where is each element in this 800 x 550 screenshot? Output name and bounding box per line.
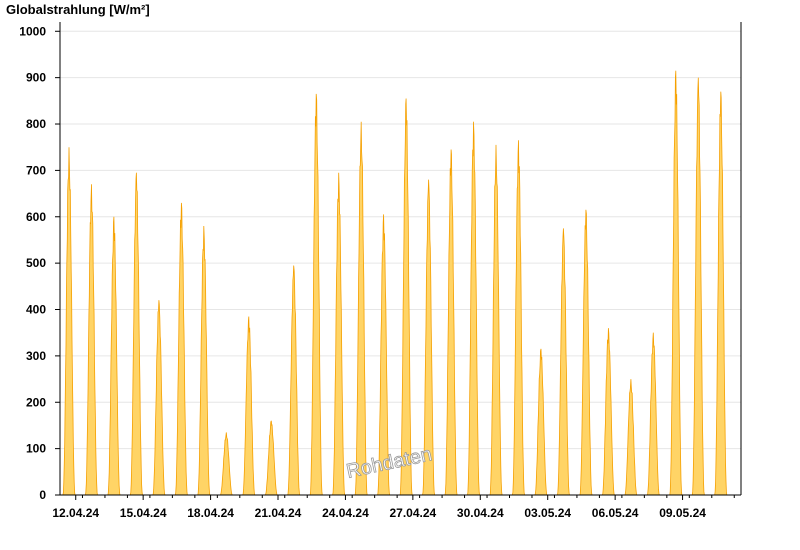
x-tick-label: 06.05.24	[592, 506, 639, 520]
daily-radiation-curve	[399, 98, 413, 496]
daily-radiation-curve	[601, 328, 616, 496]
daily-radiation-curve	[714, 91, 728, 496]
daily-radiation-curve	[534, 348, 548, 496]
daily-radiation-curve	[62, 147, 76, 496]
x-tick-label: 27.04.24	[390, 506, 437, 520]
daily-radiation-curve	[511, 140, 526, 496]
daily-radiation-curve	[152, 300, 166, 496]
daily-radiation-curve	[174, 202, 188, 496]
x-tick-label: 03.05.24	[524, 506, 571, 520]
daily-radiation-curve	[669, 70, 683, 496]
x-tick-label: 18.04.24	[187, 506, 234, 520]
x-axis-ticks: 12.04.24 15.04.24 18.04.24 21.04.24 24.04.24…	[52, 495, 735, 520]
daily-radiation-curve	[691, 77, 705, 496]
y-tick-label: 600	[26, 210, 46, 224]
daily-radiation-curve	[354, 121, 368, 496]
x-tick-label: 15.04.24	[120, 506, 167, 520]
daily-radiation-curve	[646, 332, 660, 496]
x-tick-label: 30.04.24	[457, 506, 504, 520]
x-tick-label: 09.05.24	[659, 506, 706, 520]
y-tick-label: 300	[26, 349, 46, 363]
x-tick-label: 24.04.24	[322, 506, 369, 520]
daily-radiation-curve	[129, 172, 143, 496]
daily-radiation-curve	[624, 379, 638, 496]
y-tick-label: 800	[26, 117, 46, 131]
y-tick-label: 1000	[19, 24, 46, 38]
chart-title: Globalstrahlung [W/m²]	[6, 2, 150, 17]
daily-radiation-curve	[197, 225, 211, 496]
y-tick-label: 700	[26, 163, 46, 177]
daily-radiation-curve	[219, 432, 234, 496]
y-tick-label: 900	[26, 71, 46, 85]
daily-radiation-curve	[467, 121, 481, 496]
y-tick-label: 100	[26, 442, 46, 456]
daily-radiation-curve	[579, 209, 593, 496]
y-axis-ticks: 0 100 200 300 400 500 600 700 800 900 1000	[19, 24, 60, 502]
daily-radiation-curve	[444, 149, 458, 496]
x-tick-label: 21.04.24	[255, 506, 302, 520]
daily-radiation-curve	[84, 184, 98, 496]
daily-radiation-curve	[264, 420, 279, 496]
y-tick-label: 0	[39, 488, 46, 502]
solar-radiation-chart: 0 100 200 300 400 500 600 700 800 900 1000 12.04.2…	[6, 2, 742, 520]
daily-radiation-curve	[309, 93, 323, 496]
x-tick-label: 12.04.24	[52, 506, 99, 520]
y-tick-label: 400	[26, 303, 46, 317]
daily-radiation-curve	[332, 172, 346, 496]
daily-radiation-curve	[556, 228, 570, 496]
daily-radiation-curve	[287, 265, 301, 496]
y-tick-label: 200	[26, 395, 46, 409]
gridlines	[60, 30, 741, 450]
daily-radiation-curve	[489, 144, 503, 496]
daily-radiation-curve	[242, 316, 256, 496]
radiation-series	[62, 70, 728, 496]
y-tick-label: 500	[26, 256, 46, 270]
